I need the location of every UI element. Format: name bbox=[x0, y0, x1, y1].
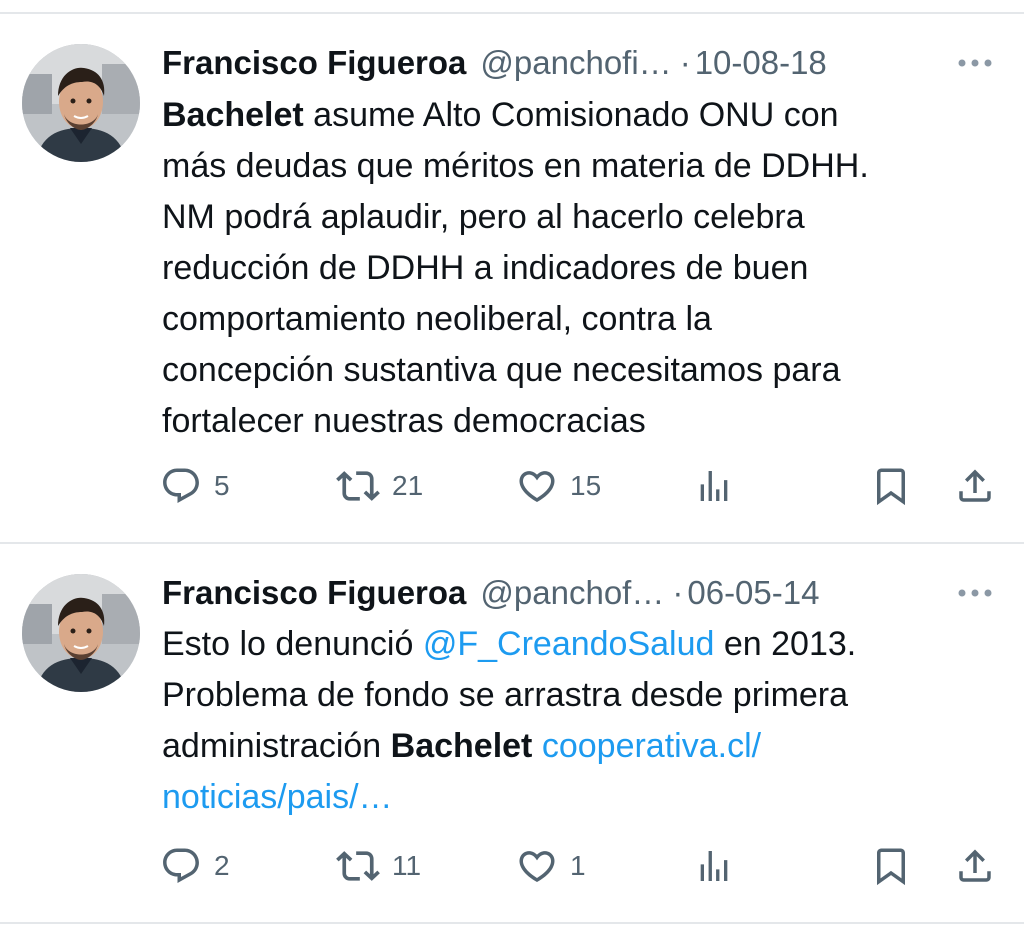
reply-icon bbox=[163, 468, 199, 503]
tweet-text-line: administración Bachelet cooperativa.cl/ bbox=[162, 721, 992, 772]
bookmark-icon bbox=[877, 848, 905, 886]
views-icon bbox=[700, 851, 728, 881]
bookmark-button[interactable] bbox=[870, 461, 912, 511]
bold-keyword[interactable]: Bachelet bbox=[391, 727, 533, 765]
tweet-link[interactable]: noticias/pais/… bbox=[162, 778, 393, 816]
tweet-date[interactable]: 10-08-18 bbox=[695, 44, 827, 82]
author-handle[interactable]: @panchofi… bbox=[480, 44, 671, 82]
bookmark-button[interactable] bbox=[870, 841, 912, 891]
tweet-link[interactable]: cooperativa.cl/ bbox=[542, 727, 761, 765]
tweet-text-line: noticias/pais/… bbox=[162, 772, 992, 823]
bookmark-icon bbox=[877, 468, 905, 506]
retweet-count: 11 bbox=[392, 850, 422, 881]
tweet-text-span: en 2013. bbox=[714, 625, 857, 663]
divider-bottom bbox=[0, 922, 1024, 924]
reply-count: 2 bbox=[214, 850, 230, 881]
avatar[interactable] bbox=[22, 574, 140, 692]
tweet-text-line: comportamiento neoliberal, contra la bbox=[162, 294, 992, 345]
tweet-text-span: administración bbox=[162, 727, 391, 765]
tweet-text-span: concepción sustantiva que necesitamos pa… bbox=[162, 351, 841, 389]
author-handle[interactable]: @panchof… bbox=[480, 574, 664, 612]
views-button[interactable] bbox=[694, 461, 734, 511]
more-icon[interactable] bbox=[956, 578, 994, 608]
like-button[interactable]: 15 bbox=[516, 461, 601, 511]
tweet-text-line: Bachelet asume Alto Comisionado ONU con bbox=[162, 90, 992, 141]
like-icon bbox=[519, 471, 555, 503]
tweet-text-span: NM podrá aplaudir, pero al hacerlo celeb… bbox=[162, 198, 805, 236]
tweet-text-span: más deudas que méritos en materia de DDH… bbox=[162, 147, 869, 185]
tweet-text-span bbox=[532, 727, 541, 765]
retweet-icon bbox=[336, 851, 380, 881]
avatar[interactable] bbox=[22, 44, 140, 162]
like-count: 1 bbox=[570, 850, 586, 881]
tweet[interactable]: Francisco Figueroa @panchofi… · 10-08-18… bbox=[0, 0, 1024, 540]
tweet-date[interactable]: 06-05-14 bbox=[687, 574, 819, 612]
reply-button[interactable]: 5 bbox=[160, 461, 230, 511]
tweet-text-line: reducción de DDHH a indicadores de buen bbox=[162, 243, 992, 294]
reply-button[interactable]: 2 bbox=[160, 841, 230, 891]
share-icon bbox=[959, 469, 991, 502]
more-icon[interactable] bbox=[956, 48, 994, 78]
retweet-icon bbox=[336, 471, 380, 501]
reply-count: 5 bbox=[214, 470, 230, 501]
author-name[interactable]: Francisco Figueroa bbox=[162, 44, 466, 82]
like-button[interactable]: 1 bbox=[516, 841, 586, 891]
tweet-text-line: NM podrá aplaudir, pero al hacerlo celeb… bbox=[162, 192, 992, 243]
bold-keyword[interactable]: Bachelet bbox=[162, 96, 304, 134]
tweet-text: Bachelet asume Alto Comisionado ONU con m… bbox=[162, 90, 992, 447]
tweet-text-span: asume Alto Comisionado ONU con bbox=[303, 96, 839, 134]
tweet-text-line: fortalecer nuestras democracias bbox=[162, 396, 992, 447]
share-button[interactable] bbox=[954, 461, 996, 511]
share-button[interactable] bbox=[954, 841, 996, 891]
tweet-text: Esto lo denunció @F_CreandoSalud en 2013… bbox=[162, 619, 992, 823]
separator-dot: · bbox=[679, 44, 691, 81]
tweet-text-span: fortalecer nuestras democracias bbox=[162, 402, 646, 440]
tweet-link[interactable]: @F_CreandoSalud bbox=[423, 625, 715, 663]
like-icon bbox=[519, 851, 555, 883]
retweet-count: 21 bbox=[392, 470, 424, 501]
tweet-text-line: Problema de fondo se arrastra desde prim… bbox=[162, 670, 992, 721]
tweet-text-span: reducción de DDHH a indicadores de buen bbox=[162, 249, 809, 287]
tweet-text-line: más deudas que méritos en materia de DDH… bbox=[162, 141, 992, 192]
views-button[interactable] bbox=[694, 841, 734, 891]
share-icon bbox=[959, 849, 991, 882]
tweet-text-span: comportamiento neoliberal, contra la bbox=[162, 300, 712, 338]
tweet[interactable]: Francisco Figueroa @panchof… · 06-05-14 … bbox=[0, 544, 1024, 924]
tweet-actions: 2 11 1 bbox=[160, 841, 1000, 891]
tweet-text-span: Problema de fondo se arrastra desde prim… bbox=[162, 676, 849, 714]
separator-dot: · bbox=[672, 574, 684, 611]
retweet-button[interactable]: 21 bbox=[336, 461, 423, 511]
like-count: 15 bbox=[570, 470, 602, 501]
tweet-header: Francisco Figueroa @panchof… · 06-05-14 bbox=[162, 570, 994, 616]
reply-icon bbox=[163, 848, 199, 883]
author-name[interactable]: Francisco Figueroa bbox=[162, 574, 466, 612]
views-icon bbox=[700, 471, 728, 501]
tweet-text-line: concepción sustantiva que necesitamos pa… bbox=[162, 345, 992, 396]
tweet-text-span: Esto lo denunció bbox=[162, 625, 423, 663]
tweet-header: Francisco Figueroa @panchofi… · 10-08-18 bbox=[162, 40, 994, 86]
retweet-button[interactable]: 11 bbox=[336, 841, 421, 891]
tweet-text-line: Esto lo denunció @F_CreandoSalud en 2013… bbox=[162, 619, 992, 670]
tweet-actions: 5 21 15 bbox=[160, 461, 1000, 511]
